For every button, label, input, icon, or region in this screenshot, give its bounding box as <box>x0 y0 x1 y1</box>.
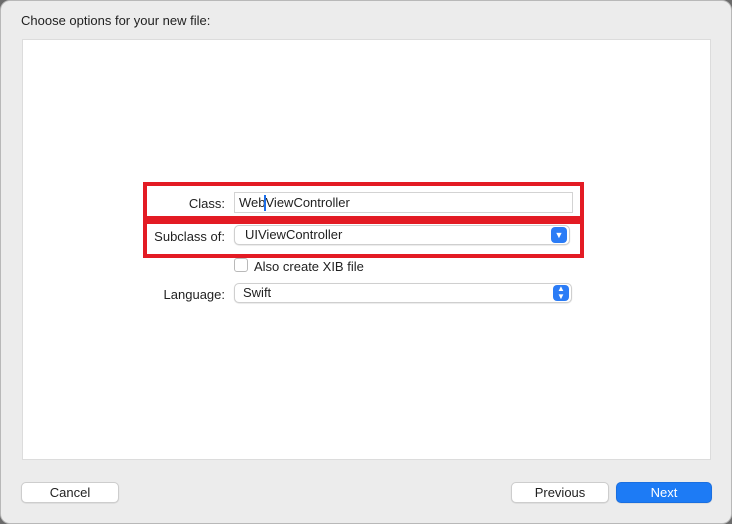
xib-checkbox-label: Also create XIB file <box>254 259 364 274</box>
cancel-button[interactable]: Cancel <box>21 482 119 503</box>
class-highlight-box <box>143 182 584 220</box>
language-popup[interactable]: Swift ▲ ▼ <box>234 283 572 303</box>
xib-checkbox[interactable] <box>234 258 248 272</box>
previous-button[interactable]: Previous <box>511 482 609 503</box>
subclass-highlight-box <box>143 220 584 258</box>
dialog-title: Choose options for your new file: <box>21 13 211 28</box>
new-file-dialog: Choose options for your new file: Class:… <box>0 0 732 524</box>
language-label: Language: <box>163 287 225 302</box>
next-button[interactable]: Next <box>616 482 712 503</box>
language-value: Swift <box>243 285 272 300</box>
chevron-updown-icon: ▲ ▼ <box>553 285 569 301</box>
